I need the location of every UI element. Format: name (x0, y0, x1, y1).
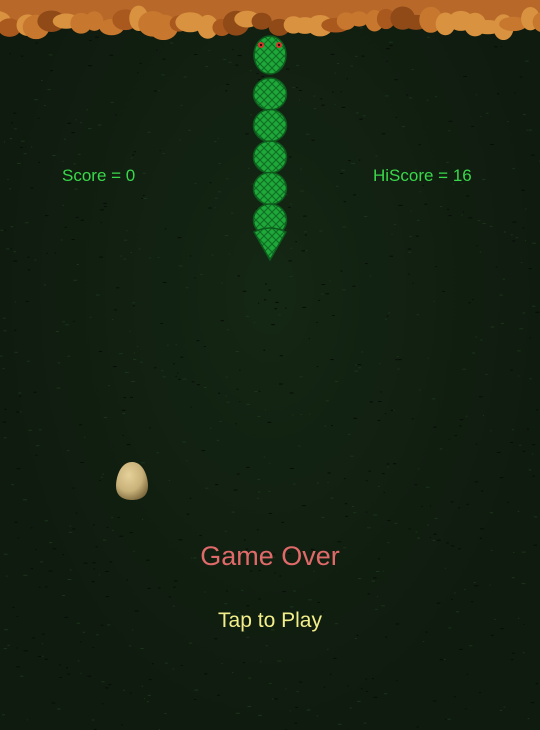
egg-icon (116, 462, 148, 500)
snake-body-segment (252, 77, 288, 111)
score-label: Score = 0 (62, 166, 136, 185)
snake-body-segment (252, 171, 288, 206)
snake-body-segment (252, 140, 288, 174)
hiscore-label: HiScore = 16 (373, 166, 472, 185)
snake-tail (252, 227, 288, 262)
game-canvas[interactable]: Score = 0 HiScore = 16 Game Over Tap to … (0, 0, 540, 730)
snake-head (253, 35, 287, 75)
game-over-text: Game Over (200, 541, 340, 571)
snake (252, 35, 288, 262)
tap-to-play-button[interactable]: Tap to Play (0, 608, 540, 634)
snake-body-segment (252, 108, 288, 143)
